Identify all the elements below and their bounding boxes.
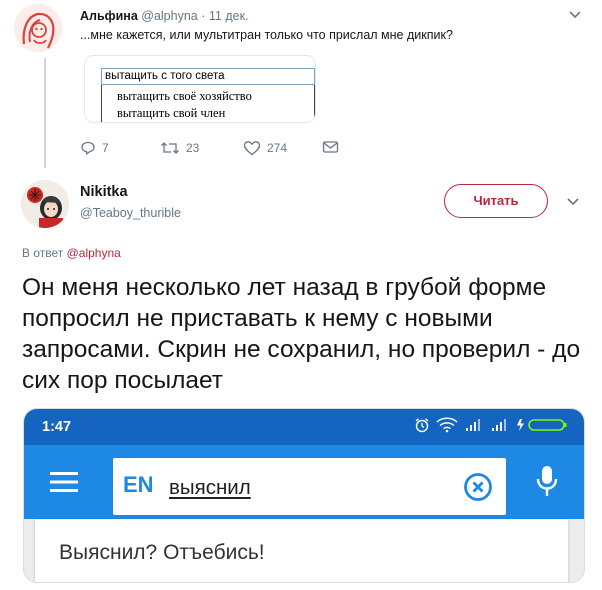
- battery-icon: [517, 419, 567, 431]
- app-bar: EN выяснил: [24, 445, 584, 519]
- image-suggestion-item: вытащить своё хозяйство: [117, 89, 252, 103]
- tweet-header: Альфина @alphyna · 11 дек.: [80, 9, 249, 23]
- menu-icon[interactable]: [50, 471, 78, 498]
- dm-icon: [322, 141, 339, 153]
- tweet-actions: 7 23 274: [0, 140, 400, 160]
- phone-status-time: 1:47: [42, 419, 72, 435]
- follow-button[interactable]: Читать: [444, 184, 548, 218]
- search-query[interactable]: выяснил: [169, 476, 251, 500]
- phone-status-icons: [414, 417, 568, 433]
- tweet-date[interactable]: 11 дек.: [209, 9, 249, 23]
- avatar[interactable]: [14, 4, 62, 52]
- reply-mention-link[interactable]: @alphyna: [67, 246, 121, 260]
- chevron-down-icon[interactable]: [566, 195, 580, 210]
- reply-icon: [81, 141, 95, 155]
- avatar-illustration: [14, 4, 62, 52]
- reply-context: В ответ @alphyna: [22, 246, 121, 260]
- like-count: 274: [267, 141, 288, 155]
- dm-action[interactable]: [322, 140, 339, 154]
- author-handle[interactable]: @alphyna: [141, 9, 197, 23]
- retweet-action[interactable]: 23: [160, 140, 199, 156]
- separator-dot: ·: [201, 9, 206, 23]
- phone-status-bar: 1:47: [24, 409, 584, 445]
- tweet-text: ...мне кажется, или мультитран только чт…: [80, 28, 453, 42]
- chevron-down-icon[interactable]: [568, 8, 582, 23]
- author-handle[interactable]: @Teaboy_thurible: [80, 206, 181, 220]
- result-text: Выяснил? Отъебись!: [59, 541, 265, 564]
- retweet-count: 23: [186, 141, 200, 155]
- signal-icon: [466, 419, 480, 431]
- mic-icon[interactable]: [536, 465, 558, 502]
- app-result-area: Выяснил? Отъебись!: [24, 519, 584, 582]
- app-search-field[interactable]: EN выяснил: [113, 458, 506, 515]
- clear-icon[interactable]: [463, 472, 493, 507]
- image-search-input: вытащить с того света: [101, 68, 315, 85]
- avatar-illustration: [21, 180, 69, 228]
- reply-action[interactable]: 7: [80, 140, 109, 156]
- result-card[interactable]: Выяснил? Отъебись!: [35, 519, 568, 582]
- attached-image[interactable]: вытащить с того света вытащить своё хозя…: [84, 55, 316, 123]
- signal-icon: [492, 419, 506, 431]
- image-suggestion-item: вытащить свой член: [117, 106, 226, 120]
- tweet-text: Он меня несколько лет назад в грубой фор…: [22, 274, 581, 394]
- reply-count: 7: [102, 141, 109, 155]
- like-icon: [243, 141, 261, 156]
- author-name[interactable]: Nikitka: [80, 184, 128, 200]
- avatar[interactable]: [21, 180, 69, 228]
- attached-image[interactable]: 1:47 EN выяснил Выяснил? Отъебись!: [23, 408, 585, 583]
- wifi-icon: [436, 417, 458, 433]
- author-name[interactable]: Альфина: [80, 9, 138, 23]
- like-action[interactable]: 274: [243, 140, 287, 156]
- reply-prefix: В ответ: [22, 246, 64, 260]
- alarm-icon: [415, 418, 429, 433]
- language-code[interactable]: EN: [123, 472, 154, 498]
- retweet-icon: [161, 142, 179, 154]
